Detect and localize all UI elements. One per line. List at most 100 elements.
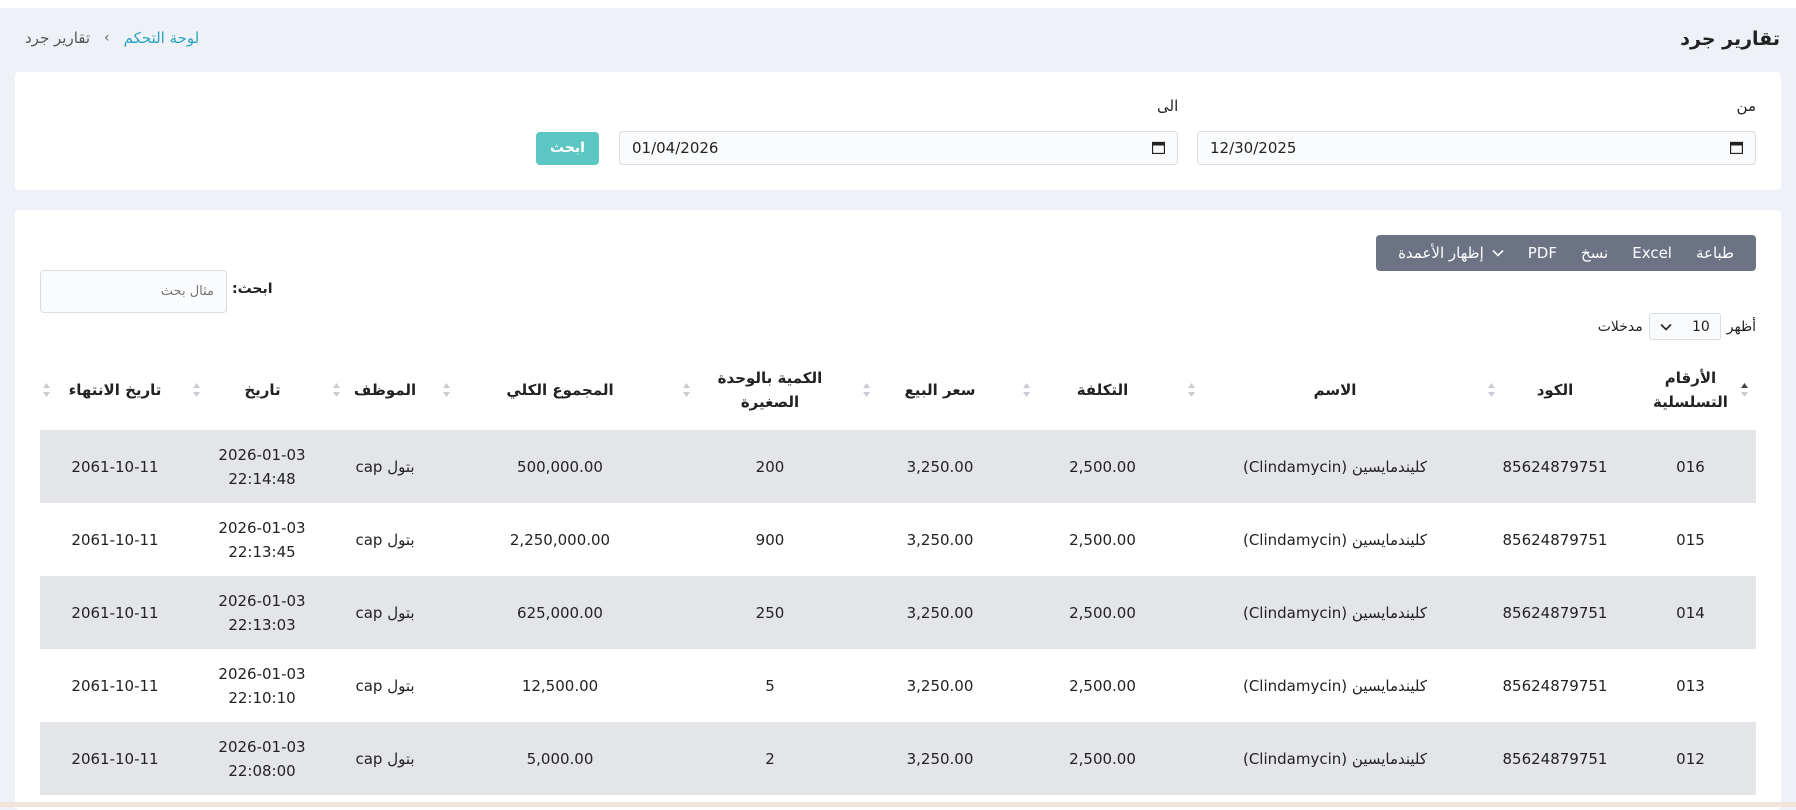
- page-title: تقارير جرد: [1680, 28, 1780, 50]
- export-toolbar: طباعة Excel نسخ PDF إظهار الأعمدة: [1376, 235, 1756, 271]
- cell-cost: 2,500.00: [1069, 749, 1136, 768]
- cell-price: 3,250.00: [906, 676, 974, 695]
- cell-cost: 2,500.00: [1069, 603, 1136, 622]
- column-header-label: الكمية بالوحدة الصغيرة: [717, 369, 823, 411]
- column-header-code[interactable]: الكود: [1485, 350, 1625, 430]
- cell-serial: 013: [1676, 676, 1705, 695]
- page-header: تقارير جرد لوحة التحكم › تقارير جرد: [0, 20, 1796, 60]
- breadcrumb-separator: ›: [104, 30, 110, 46]
- column-header-label: سعر البيع: [904, 381, 976, 399]
- sort-icon: [193, 383, 200, 397]
- calendar-icon[interactable]: [1152, 141, 1165, 154]
- table-row: 016 85624879751 كليندمايسين (Clindamycin) 2…: [40, 430, 1756, 503]
- to-date-value: 01/04/2026: [632, 139, 719, 157]
- cell-name: كليندمايسين (Clindamycin): [1242, 457, 1428, 476]
- cell-qty: 250: [755, 603, 785, 622]
- cell-expiry: 2061-10-11: [71, 603, 159, 622]
- chevron-down-icon: [1660, 323, 1672, 331]
- cell-qty: 2: [765, 749, 775, 768]
- table-row: 015 85624879751 كليندمايسين (Clindamycin) 2…: [40, 503, 1756, 576]
- cell-qty: 5: [765, 676, 775, 695]
- column-header-label: المجموع الكلي: [506, 381, 614, 399]
- filter-card: من 12/30/2025 الى 01/04/2026 ابحث: [15, 72, 1781, 190]
- cell-employee: بتول cap: [355, 749, 415, 768]
- report-table-card: طباعة Excel نسخ PDF إظهار الأعمدة ابحث: …: [15, 210, 1781, 810]
- column-header-expiry[interactable]: تاريخ الانتهاء: [40, 350, 190, 430]
- cell-price: 3,250.00: [906, 530, 974, 549]
- entries-length-menu: أظهر 10 مدخلات: [1598, 313, 1756, 340]
- column-header-label: الأرقام التسلسلية: [1653, 369, 1728, 411]
- column-header-cost[interactable]: التكلفة: [1020, 350, 1185, 430]
- column-header-total[interactable]: المجموع الكلي: [440, 350, 680, 430]
- entries-select[interactable]: 10: [1648, 313, 1721, 340]
- cell-total: 5,000.00: [526, 749, 594, 768]
- top-strip: [0, 0, 1796, 8]
- cell-employee: بتول cap: [355, 530, 415, 549]
- table-search-input[interactable]: مثال بحث: [40, 270, 227, 313]
- cell-date: 2026-01-03 22:14:48: [218, 445, 306, 488]
- table-header-row: الأرقام التسلسلية الكود الاسم التكلفة سعر ال…: [40, 350, 1756, 430]
- table-row: 013 85624879751 كليندمايسين (Clindamycin) 2…: [40, 649, 1756, 722]
- entries-value: 10: [1691, 318, 1710, 335]
- table-row: 014 85624879751 كليندمايسين (Clindamycin) 2…: [40, 576, 1756, 649]
- sort-icon: [1188, 383, 1195, 397]
- breadcrumb-home-link[interactable]: لوحة التحكم: [124, 29, 200, 47]
- sort-icon: [1488, 383, 1495, 397]
- chevron-down-icon: [1492, 249, 1504, 257]
- print-button[interactable]: طباعة: [1684, 244, 1746, 262]
- cell-total: 12,500.00: [521, 676, 599, 695]
- cell-employee: بتول cap: [355, 603, 415, 622]
- cell-name: كليندمايسين (Clindamycin): [1242, 530, 1428, 549]
- excel-button[interactable]: Excel: [1620, 244, 1684, 262]
- inventory-table: الأرقام التسلسلية الكود الاسم التكلفة سعر ال…: [40, 350, 1756, 795]
- from-date-value: 12/30/2025: [1210, 139, 1297, 157]
- cell-employee: بتول cap: [355, 457, 415, 476]
- calendar-icon[interactable]: [1730, 141, 1743, 154]
- cell-date: 2026-01-03 22:13:03: [218, 591, 306, 634]
- table-body: 016 85624879751 كليندمايسين (Clindamycin) 2…: [40, 430, 1756, 795]
- column-header-label: تاريخ الانتهاء: [68, 381, 162, 399]
- cell-expiry: 2061-10-11: [71, 457, 159, 476]
- to-label: الى: [1157, 97, 1179, 115]
- from-date-input[interactable]: 12/30/2025: [1197, 131, 1756, 165]
- to-date-input[interactable]: 01/04/2026: [619, 131, 1178, 165]
- sort-icon: [443, 383, 450, 397]
- column-header-label: الكود: [1536, 381, 1574, 399]
- cell-serial: 012: [1676, 749, 1705, 768]
- cell-total: 500,000.00: [517, 457, 603, 476]
- table-search-label: ابحث:: [232, 281, 273, 297]
- column-header-name[interactable]: الاسم: [1185, 350, 1485, 430]
- column-header-date[interactable]: تاريخ: [190, 350, 335, 430]
- cell-cost: 2,500.00: [1069, 457, 1136, 476]
- pdf-button[interactable]: PDF: [1516, 244, 1569, 262]
- cell-expiry: 2061-10-11: [71, 676, 159, 695]
- cell-expiry: 2061-10-11: [71, 530, 159, 549]
- entries-label: مدخلات: [1597, 318, 1643, 335]
- cell-date: 2026-01-03 22:13:45: [218, 518, 306, 561]
- breadcrumb: لوحة التحكم › تقارير جرد: [25, 29, 199, 47]
- sort-icon: [43, 383, 50, 397]
- sort-ascending-icon: [1741, 383, 1748, 397]
- column-header-qty[interactable]: الكمية بالوحدة الصغيرة: [680, 350, 860, 430]
- cell-price: 3,250.00: [906, 749, 974, 768]
- column-visibility-button[interactable]: إظهار الأعمدة: [1386, 244, 1516, 262]
- column-header-employee[interactable]: الموظف: [330, 350, 440, 430]
- column-header-label: الموظف: [353, 381, 417, 399]
- cell-cost: 2,500.00: [1069, 676, 1136, 695]
- cell-date: 2026-01-03 22:08:00: [218, 737, 306, 780]
- sort-icon: [1023, 383, 1030, 397]
- search-button[interactable]: ابحث: [536, 132, 599, 165]
- sort-icon: [683, 383, 690, 397]
- show-label: أظهر: [1726, 318, 1756, 335]
- copy-button[interactable]: نسخ: [1569, 244, 1620, 262]
- cell-employee: بتول cap: [355, 676, 415, 695]
- cell-code: 85624879751: [1502, 530, 1608, 549]
- cell-total: 2,250,000.00: [509, 530, 611, 549]
- table-row: 012 85624879751 كليندمايسين (Clindamycin) 2…: [40, 722, 1756, 795]
- cell-code: 85624879751: [1502, 603, 1608, 622]
- cell-qty: 200: [755, 457, 785, 476]
- column-header-price[interactable]: سعر البيع: [860, 350, 1020, 430]
- column-header-serial[interactable]: الأرقام التسلسلية: [1625, 350, 1756, 430]
- cell-cost: 2,500.00: [1069, 530, 1136, 549]
- cell-price: 3,250.00: [906, 457, 974, 476]
